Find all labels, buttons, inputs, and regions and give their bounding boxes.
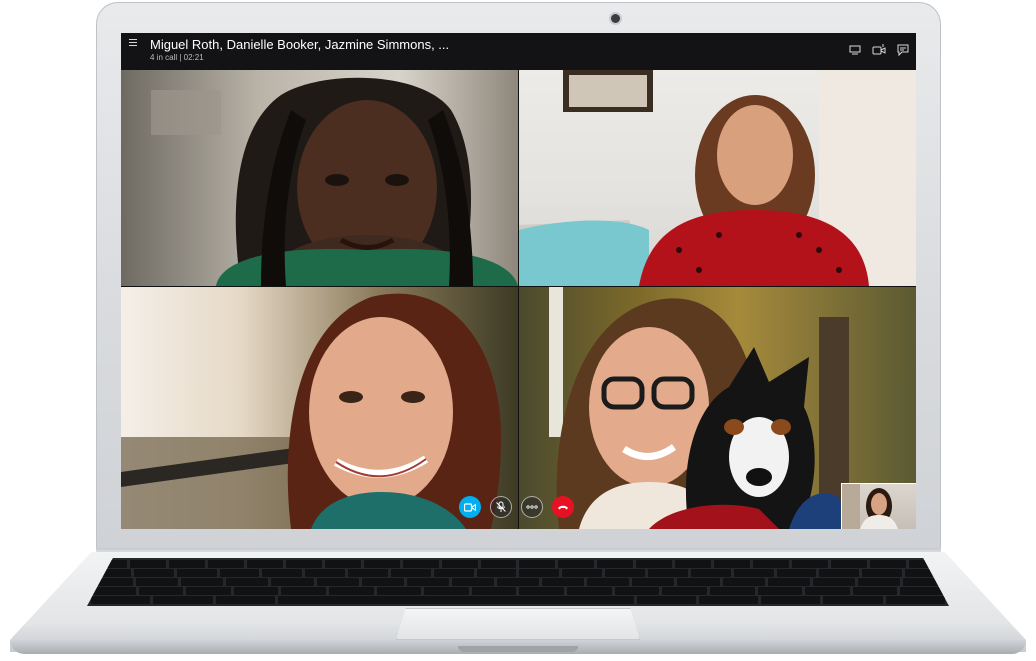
video-icon <box>464 502 476 512</box>
video-tile-participant-3[interactable] <box>121 287 518 529</box>
video-tile-participant-4[interactable] <box>519 287 916 529</box>
more-options-icon <box>526 505 538 509</box>
self-preview[interactable] <box>841 483 916 529</box>
participant-video-feed <box>121 293 501 529</box>
call-header: Miguel Roth, Danielle Booker, Jazmine Si… <box>121 33 916 70</box>
video-add-icon[interactable] <box>872 43 886 57</box>
participants-icon[interactable] <box>848 43 862 57</box>
call-controls <box>459 496 574 518</box>
participant-video-feed <box>151 77 518 286</box>
video-toggle-button[interactable] <box>459 496 481 518</box>
end-call-icon <box>558 505 568 509</box>
video-tile-participant-1[interactable] <box>121 70 518 286</box>
mute-button[interactable] <box>490 496 512 518</box>
video-call-window: Miguel Roth, Danielle Booker, Jazmine Si… <box>121 33 916 529</box>
menu-icon[interactable] <box>129 39 137 47</box>
self-video-feed <box>842 484 898 529</box>
end-call-button[interactable] <box>552 496 574 518</box>
laptop-mockup: Miguel Roth, Danielle Booker, Jazmine Si… <box>0 0 1036 661</box>
laptop-notch <box>458 646 578 652</box>
more-options-button[interactable] <box>521 496 543 518</box>
call-status: 4 in call | 02:21 <box>150 53 204 62</box>
call-participants-title: Miguel Roth, Danielle Booker, Jazmine Si… <box>150 37 450 52</box>
video-tile-participant-2[interactable] <box>519 70 916 286</box>
keyboard <box>87 558 949 606</box>
chat-icon[interactable] <box>896 43 910 57</box>
microphone-muted-icon <box>496 501 506 512</box>
trackpad <box>396 608 640 640</box>
webcam <box>611 14 620 23</box>
call-header-actions <box>848 43 910 57</box>
participant-video-feed <box>519 70 916 286</box>
